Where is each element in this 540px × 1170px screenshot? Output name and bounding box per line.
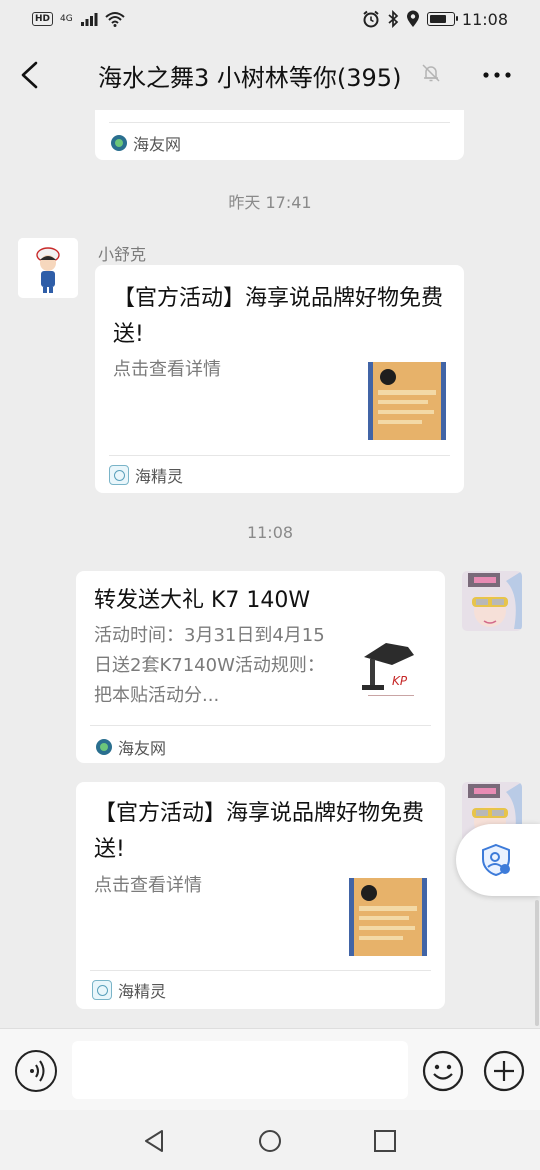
thumbnail-image: KP xyxy=(356,629,426,707)
card-source-label: 海友网 xyxy=(133,135,182,154)
link-card[interactable]: 【官方活动】海享说品牌好物免费送! 点击查看详情 海精灵 xyxy=(76,782,445,1009)
card-description: 点击查看详情 xyxy=(94,875,202,896)
card-divider xyxy=(90,725,431,726)
thumbnail-image xyxy=(349,878,427,956)
haiyou-logo-icon xyxy=(96,739,112,755)
avatar-image xyxy=(18,238,78,298)
card-description: 活动时间：3月31日到4月15日送2套K7140W活动规则：把本贴活动分... xyxy=(94,625,325,706)
bell-off-icon xyxy=(422,64,440,82)
clock: 11:08 xyxy=(461,9,508,29)
scrollbar[interactable] xyxy=(535,900,539,1026)
timestamp: 昨天 17:41 xyxy=(228,193,312,212)
alarm-icon xyxy=(363,10,379,28)
voice-button[interactable] xyxy=(15,1050,57,1092)
chat-title[interactable]: 海水之舞3 小树林等你(395) xyxy=(98,58,401,93)
plus-icon[interactable] xyxy=(483,1050,525,1092)
card-source-label: 海友网 xyxy=(118,739,167,758)
avatar-image xyxy=(462,571,522,631)
card-thumbnail xyxy=(368,362,446,440)
card-source-label: 海精灵 xyxy=(118,982,167,1001)
system-nav-bar xyxy=(0,1110,540,1170)
chevron-left-icon[interactable] xyxy=(14,58,48,92)
thumbnail-image xyxy=(368,362,446,440)
card-divider xyxy=(90,970,431,971)
card-title: 转发送大礼 K7 140W xyxy=(94,588,311,613)
chat-header: 海水之舞3 小树林等你(395) xyxy=(0,38,540,110)
battery-level xyxy=(429,15,447,23)
avatar[interactable] xyxy=(18,238,78,298)
nav-back-icon[interactable] xyxy=(140,1126,170,1156)
haijingling-logo-icon xyxy=(109,465,129,485)
battery-icon xyxy=(426,12,458,26)
smile-icon[interactable] xyxy=(422,1050,464,1092)
voice-icon xyxy=(30,1060,45,1082)
ellipsis-icon[interactable] xyxy=(480,60,514,90)
shield-user-icon xyxy=(482,843,510,877)
link-card[interactable]: 转发送大礼 K7 140W 活动时间：3月31日到4月15日送2套K7140W活… xyxy=(76,571,445,763)
card-thumbnail xyxy=(349,878,427,956)
signal-icon xyxy=(80,13,98,26)
bluetooth-icon xyxy=(388,10,399,28)
card-source: 海精灵 xyxy=(92,978,166,1002)
nav-recents-icon[interactable] xyxy=(370,1126,400,1156)
status-bar: HD 4G 11:08 xyxy=(0,0,540,38)
wifi-icon xyxy=(105,12,125,27)
floating-assistant-button[interactable] xyxy=(456,824,540,896)
card-source: 海友网 xyxy=(96,735,166,759)
card-thumbnail: KP xyxy=(356,629,426,707)
message-list[interactable]: 海友网 昨天 17:41 小舒克 【官方活动】海享说品牌好物免费送! 点击查看详… xyxy=(0,110,540,1028)
partial-link-card[interactable]: 海友网 xyxy=(95,110,464,160)
card-divider xyxy=(109,122,450,123)
nav-home-icon[interactable] xyxy=(255,1126,285,1156)
sender-name: 小舒克 xyxy=(98,245,147,264)
thumbnail-logo-text: KP xyxy=(392,674,408,688)
location-icon xyxy=(406,10,419,27)
card-source: 海精灵 xyxy=(109,463,183,487)
card-source-label: 海精灵 xyxy=(135,467,184,486)
card-divider xyxy=(109,455,450,456)
card-title: 【官方活动】海享说品牌好物免费送! xyxy=(113,286,444,347)
link-card[interactable]: 【官方活动】海享说品牌好物免费送! 点击查看详情 海精灵 xyxy=(95,265,464,493)
input-bar xyxy=(0,1028,540,1110)
haiyou-logo-icon xyxy=(111,135,127,151)
timestamp: 11:08 xyxy=(246,523,294,542)
network-type: 4G xyxy=(60,14,73,24)
hd-badge: HD xyxy=(32,12,54,26)
card-description: 点击查看详情 xyxy=(113,359,221,380)
message-input[interactable] xyxy=(72,1041,408,1099)
haijingling-logo-icon xyxy=(92,980,112,1000)
card-title: 【官方活动】海享说品牌好物免费送! xyxy=(94,801,425,862)
card-source: 海友网 xyxy=(111,131,181,155)
my-avatar[interactable] xyxy=(462,571,522,631)
